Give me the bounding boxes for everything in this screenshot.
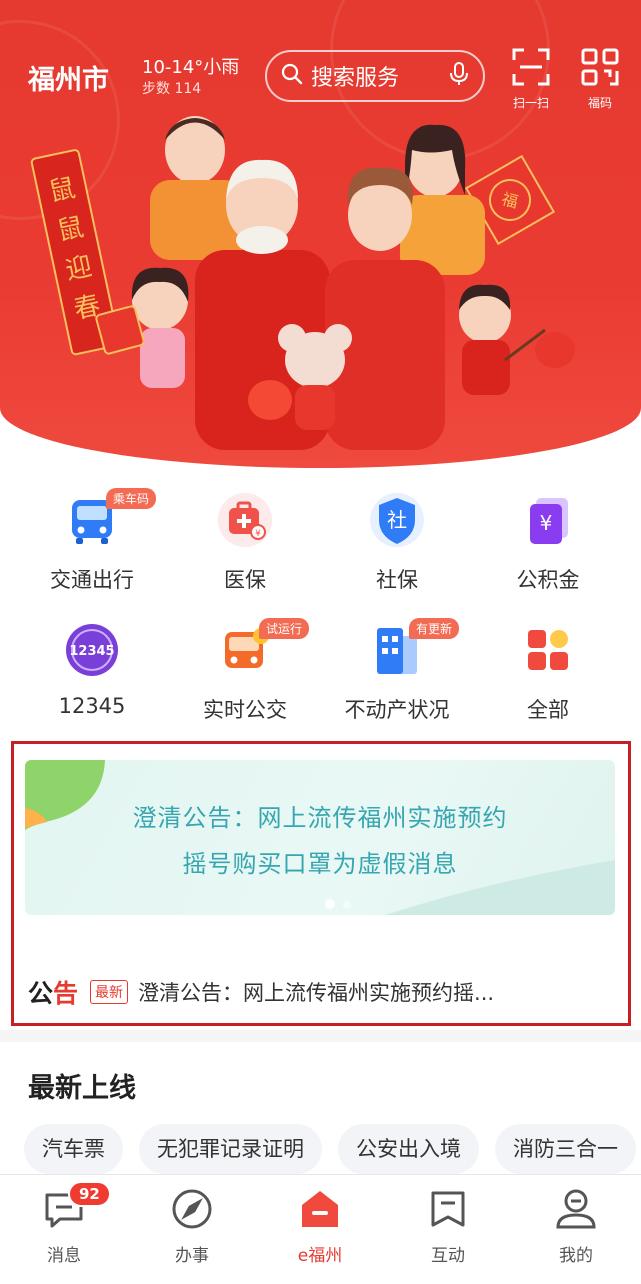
hotline-12345-icon: 12345 (64, 622, 120, 678)
tab-profile[interactable]: 我的 (512, 1187, 640, 1266)
section-title: 最新上线 (28, 1073, 136, 1104)
chip-bus-ticket[interactable]: 汽车票 (24, 1124, 123, 1174)
chip-exit-entry[interactable]: 公安出入境 (338, 1124, 479, 1174)
tab-label: 消息 (47, 1246, 81, 1266)
service-social-security[interactable]: 社 社保 (317, 492, 477, 594)
service-tag: 有更新 (409, 618, 460, 639)
tab-efuzhou[interactable]: e福州 (256, 1187, 384, 1266)
grid-all-icon (520, 622, 576, 678)
tab-label: 互动 (431, 1246, 465, 1266)
service-tag: 试运行 (259, 618, 310, 639)
search-icon (281, 63, 303, 89)
bottom-tab-bar: 92 消息 办事 e福州 互动 我的 (0, 1174, 641, 1284)
service-label: 全部 (527, 698, 569, 722)
family-illustration: 鼠 鼠 迎 春 福 (30, 116, 575, 450)
latest-badge: 最新 (90, 980, 129, 1004)
chip-no-criminal-record[interactable]: 无犯罪记录证明 (139, 1124, 322, 1174)
tab-interaction[interactable]: 互动 (384, 1187, 512, 1266)
search-placeholder: 搜索服务 (311, 66, 400, 91)
city-selector[interactable]: 福州市 (28, 58, 109, 97)
compass-icon (170, 1187, 214, 1231)
service-hotline-12345[interactable]: 12345 12345 (12, 622, 172, 718)
home-icon (298, 1187, 342, 1231)
shield-icon: 社 (369, 492, 425, 548)
carousel-indicator (325, 894, 359, 913)
service-transport[interactable]: 乘车码 交通出行 (12, 488, 172, 594)
tab-label: e福州 (297, 1246, 343, 1266)
medical-kit-icon: ¥ (217, 492, 273, 548)
announcement-label: 公告 (28, 974, 78, 1010)
chip-fire-safety[interactable]: 消防三合一 (495, 1124, 636, 1174)
announcement-label-b: 告 (53, 979, 79, 1008)
chat-bubble-icon (426, 1187, 470, 1231)
announcement-text[interactable]: 澄清公告：网上流传福州实施预约摇... (138, 977, 583, 1007)
scan-label: 扫一扫 (512, 96, 549, 110)
weather-temperature: 10-14°小雨 (142, 57, 240, 78)
service-tag: 乘车码 (106, 488, 157, 509)
service-label: 实时公交 (203, 698, 287, 722)
svg-text:¥: ¥ (540, 511, 553, 535)
service-label: 交通出行 (50, 568, 134, 592)
scan-button[interactable]: 扫一扫 (501, 48, 561, 111)
service-label: 12345 (58, 694, 126, 718)
carousel-headline-line2: 摇号购买口罩为虚假消息 (182, 850, 458, 878)
message-count-badge: 92 (68, 1181, 111, 1207)
header-banner: 鼠 鼠 迎 春 福 福州市 10-14°小雨 步数 114 搜索服务 扫一扫 福… (0, 0, 641, 468)
carousel-headline-line1: 澄清公告：网上流传福州实施预约 (132, 804, 508, 832)
svg-text:12345: 12345 (69, 644, 114, 659)
qr-code-icon (581, 48, 619, 90)
scan-icon (512, 48, 550, 90)
notice-carousel[interactable]: 澄清公告：网上流传福州实施预约 摇号购买口罩为虚假消息 (25, 760, 615, 915)
service-label: 社保 (376, 568, 418, 592)
yuan-card-icon: ¥ (520, 492, 576, 548)
service-real-estate[interactable]: 有更新 不动产状况 (317, 618, 477, 724)
section-divider (0, 1030, 641, 1042)
service-label: 不动产状况 (344, 698, 450, 722)
svg-text:社: 社 (387, 508, 407, 532)
service-housing-fund[interactable]: ¥ 公积金 (468, 492, 628, 594)
service-all[interactable]: 全部 (468, 622, 628, 724)
search-input[interactable]: 搜索服务 (265, 50, 485, 102)
announcement-bar[interactable]: 公告 最新 澄清公告：网上流传福州实施预约摇... (28, 972, 618, 1012)
svg-text:¥: ¥ (255, 529, 261, 539)
service-label: 公积金 (516, 568, 580, 592)
carousel-decoration (25, 760, 615, 915)
step-count: 步数 114 (142, 81, 202, 97)
service-medical-insurance[interactable]: ¥ 医保 (165, 492, 325, 594)
user-icon (554, 1187, 598, 1231)
service-realtime-bus[interactable]: 试运行 实时公交 (165, 618, 325, 724)
announcement-label-a: 公 (28, 979, 54, 1008)
tab-label: 办事 (175, 1246, 209, 1266)
fucode-button[interactable]: 福码 (570, 48, 630, 111)
service-label: 医保 (224, 568, 266, 592)
microphone-icon[interactable] (449, 61, 469, 91)
new-service-chips: 汽车票 无犯罪记录证明 公安出入境 消防三合一 (24, 1124, 641, 1176)
fucode-label: 福码 (587, 96, 612, 110)
tab-services[interactable]: 办事 (128, 1187, 256, 1266)
tab-label: 我的 (559, 1246, 593, 1266)
tab-messages[interactable]: 92 消息 (0, 1181, 128, 1266)
message-icon: 92 (42, 1181, 111, 1231)
